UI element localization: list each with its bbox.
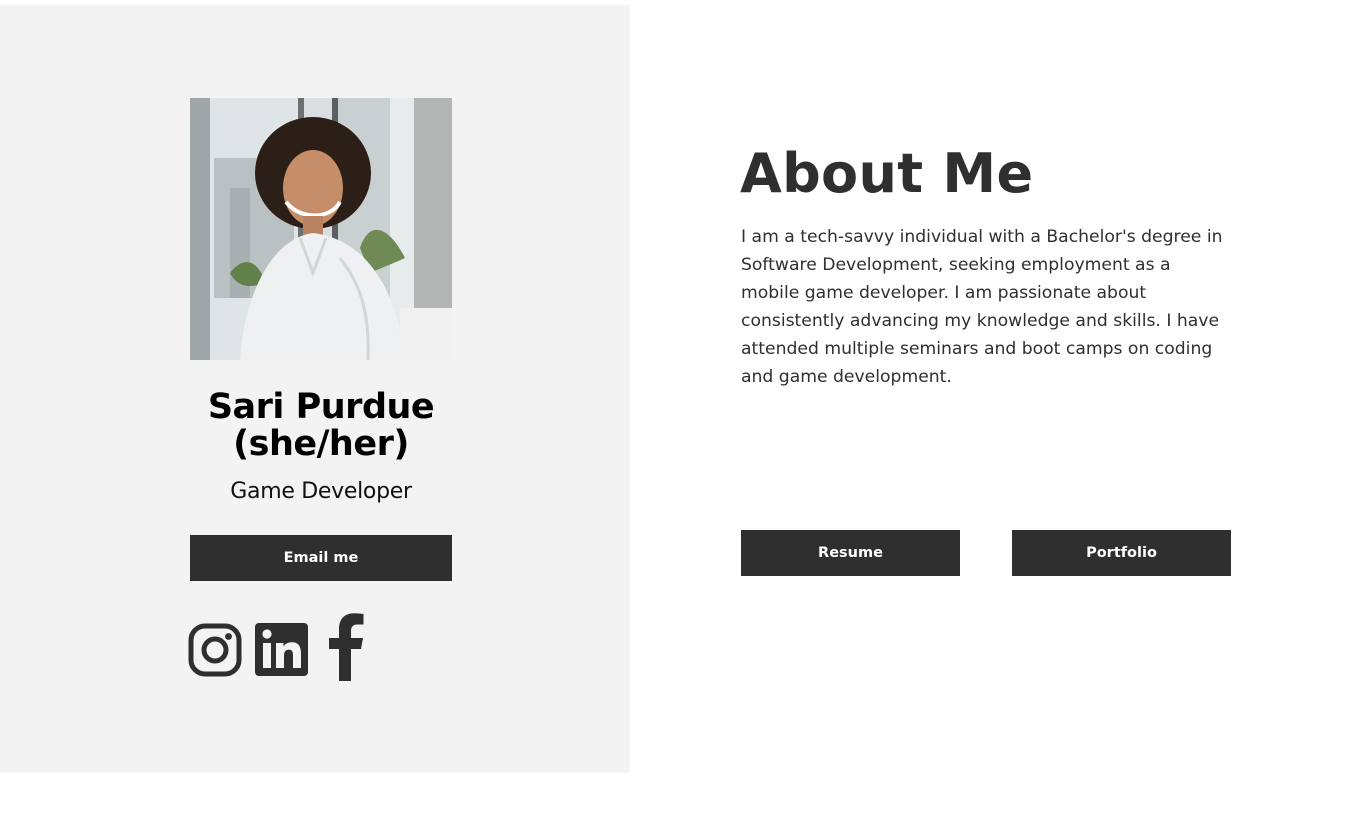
portfolio-button[interactable]: Portfolio bbox=[1012, 530, 1231, 576]
profile-name-line2: (she/her) bbox=[233, 424, 409, 464]
instagram-icon[interactable] bbox=[188, 623, 242, 677]
about-title: About Me bbox=[740, 142, 1034, 205]
profile-name: Sari Purdue (she/her) bbox=[150, 389, 492, 463]
facebook-icon[interactable] bbox=[327, 611, 365, 681]
profile-name-line1: Sari Purdue bbox=[207, 387, 435, 427]
profile-panel: Sari Purdue (she/her) Game Developer Ema… bbox=[0, 5, 630, 773]
resume-button[interactable]: Resume bbox=[741, 530, 960, 576]
profile-photo bbox=[190, 98, 452, 360]
page: Sari Purdue (she/her) Game Developer Ema… bbox=[0, 0, 1366, 820]
profile-role: Game Developer bbox=[230, 479, 412, 504]
email-me-button[interactable]: Email me bbox=[190, 535, 452, 581]
linkedin-icon[interactable] bbox=[255, 623, 308, 676]
about-body: I am a tech-savvy individual with a Bach… bbox=[741, 227, 1223, 387]
